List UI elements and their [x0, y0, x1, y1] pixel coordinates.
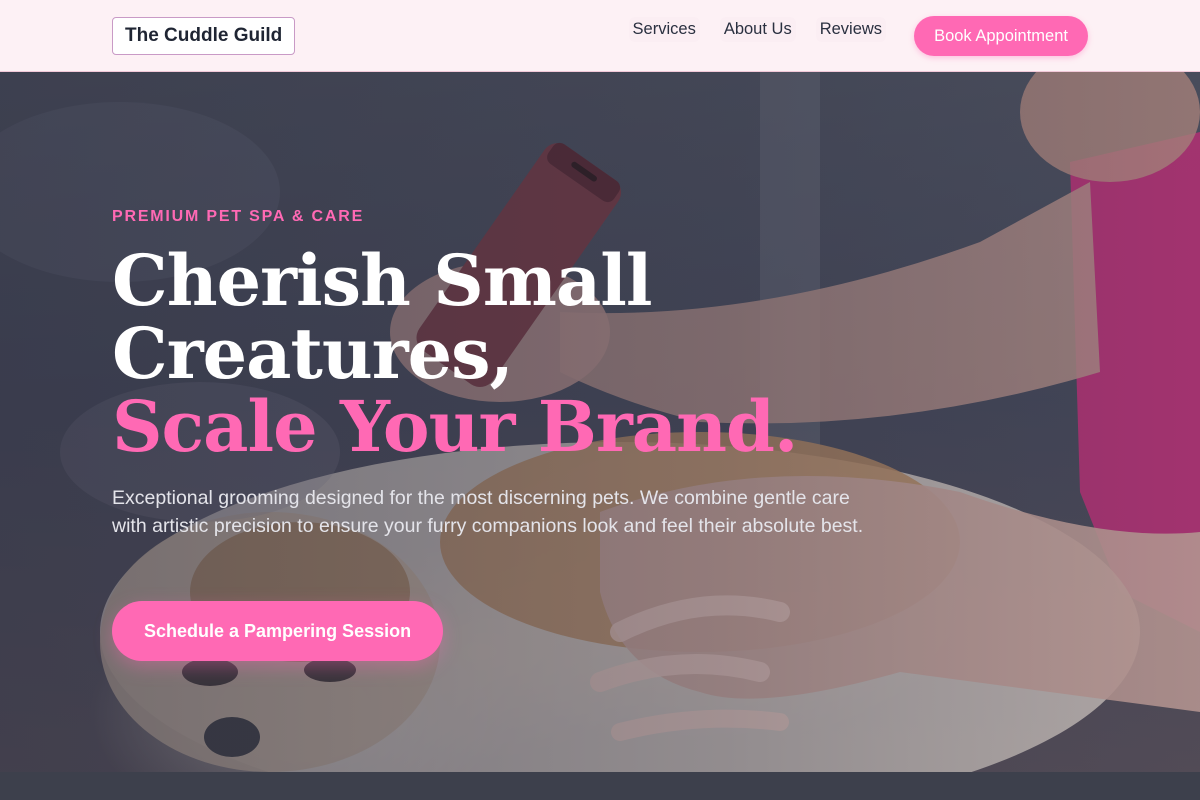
site-header: The Cuddle Guild Services About Us Revie… — [0, 0, 1200, 72]
nav-link-about-us[interactable]: About Us — [719, 16, 796, 42]
nav-link-reviews[interactable]: Reviews — [815, 16, 887, 42]
headline-line-2: Creatures, — [112, 312, 514, 395]
hero-headline: Cherish Small Creatures, Scale Your Bran… — [112, 244, 872, 463]
nav-link-services[interactable]: Services — [628, 16, 700, 42]
book-appointment-button[interactable]: Book Appointment — [914, 16, 1088, 56]
hero-section: PREMIUM PET SPA & CARE Cherish Small Cre… — [0, 72, 1200, 800]
hero-eyebrow: PREMIUM PET SPA & CARE — [112, 208, 365, 225]
grooming-table-edge — [0, 772, 1200, 800]
main-nav: Services About Us Reviews Book Appointme… — [628, 16, 1088, 56]
brand-logo[interactable]: The Cuddle Guild — [112, 17, 296, 55]
headline-accent: Scale Your Brand. — [112, 385, 798, 468]
headline-line-1: Cherish Small — [112, 239, 652, 322]
schedule-session-button[interactable]: Schedule a Pampering Session — [112, 601, 444, 661]
hero-description: Exceptional grooming designed for the mo… — [112, 487, 864, 537]
